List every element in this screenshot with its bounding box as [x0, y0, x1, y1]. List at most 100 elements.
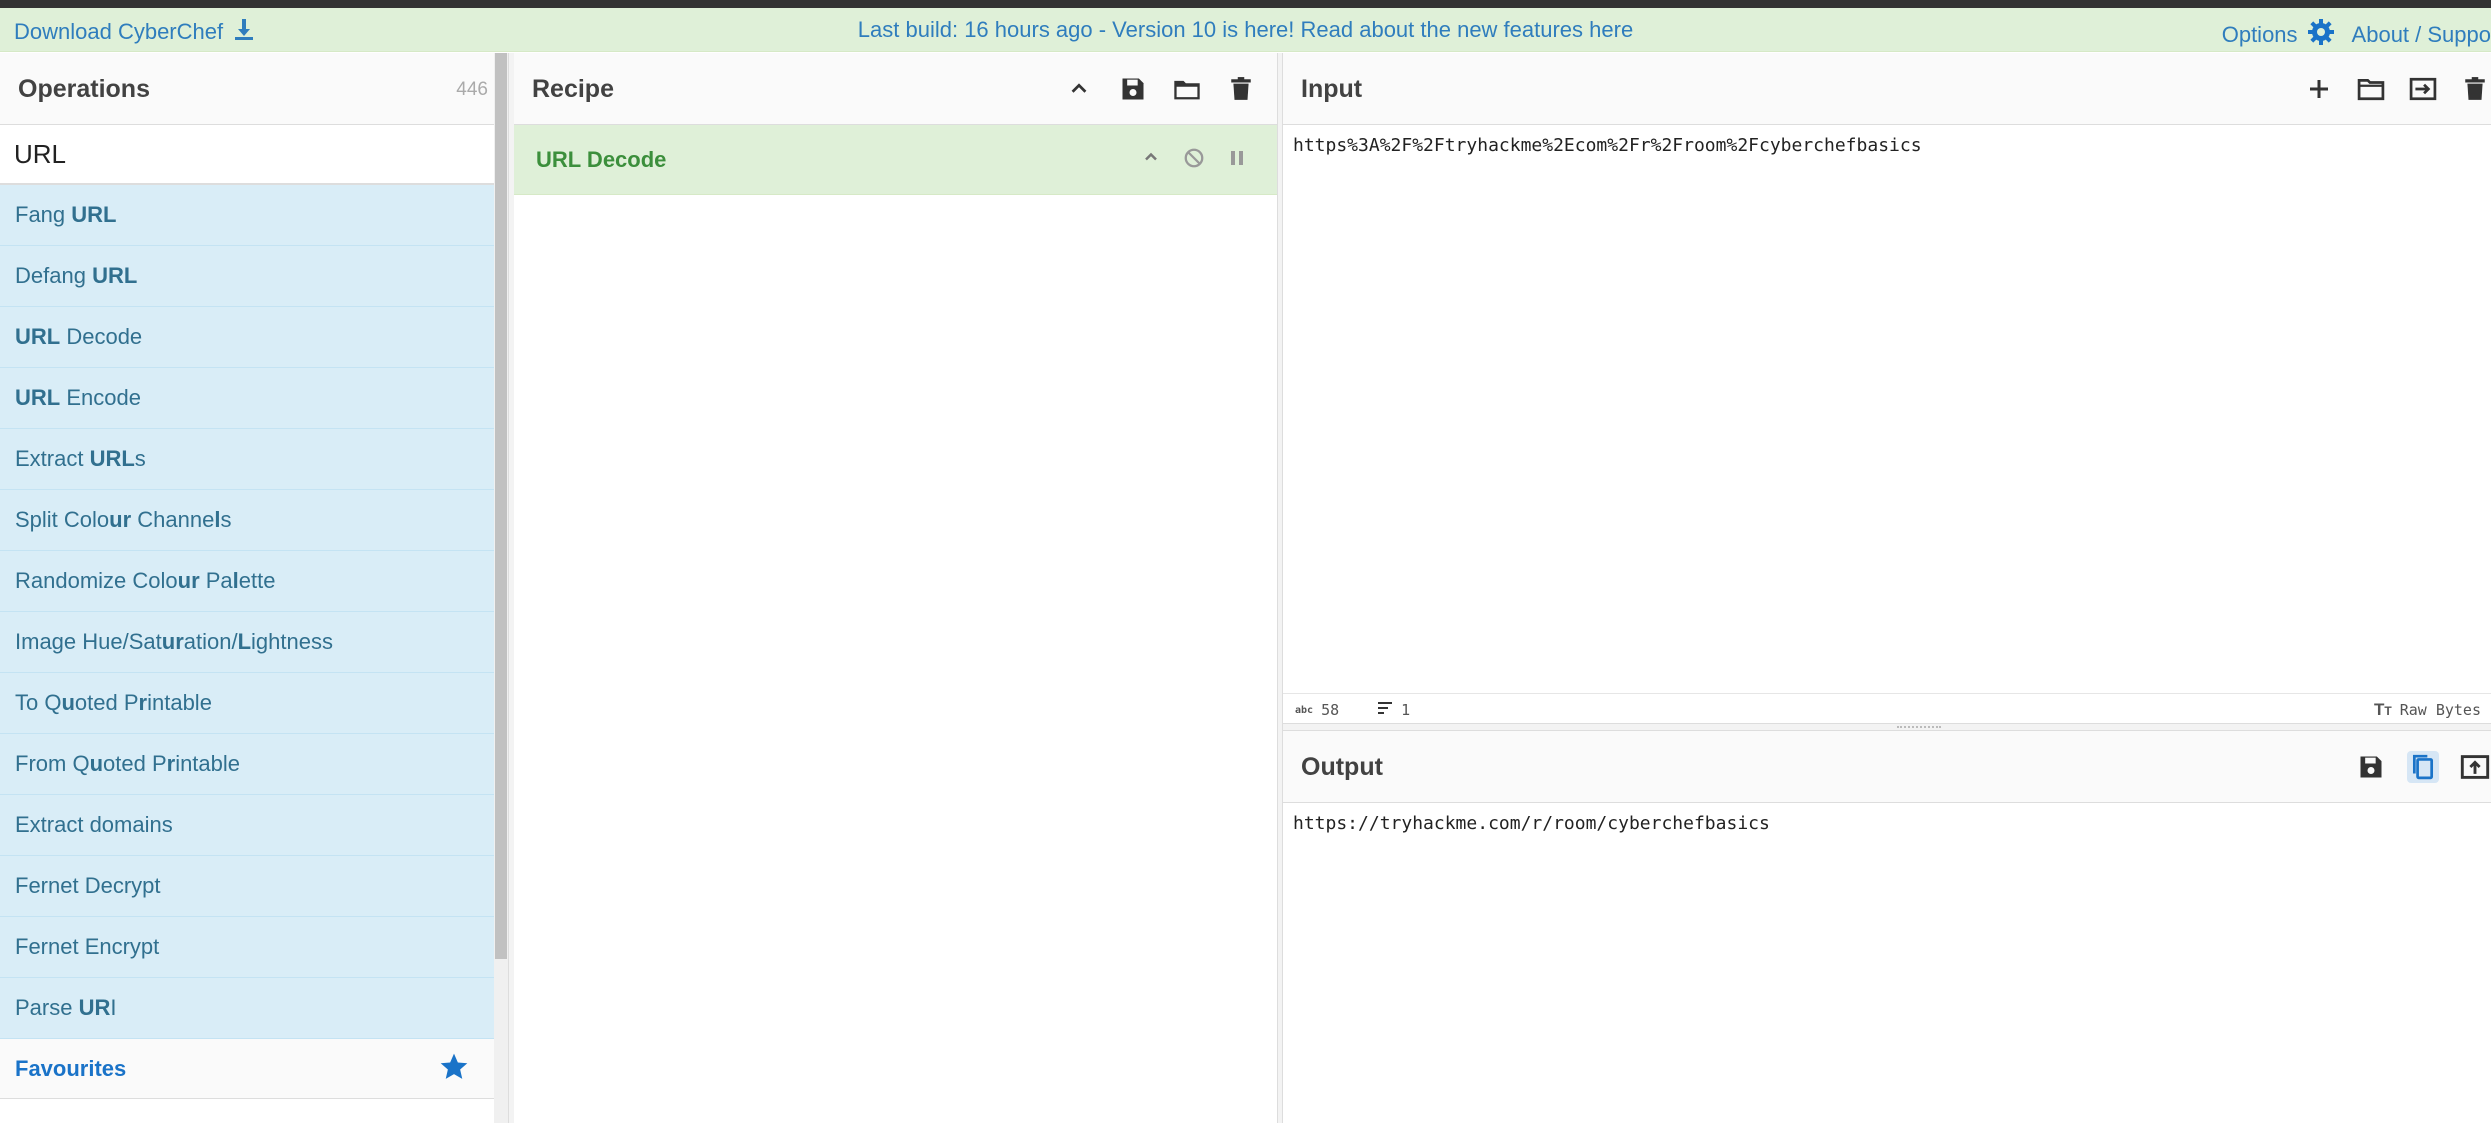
operation-label-part: From Q [15, 751, 90, 776]
pause-breakpoint-icon[interactable] [1227, 147, 1247, 174]
operation-match-highlight: ur [109, 507, 132, 532]
operation-label-part: ightness [251, 629, 333, 654]
operation-list-item[interactable]: URL Encode [0, 368, 494, 429]
operation-list-item[interactable]: URL Decode [0, 307, 494, 368]
operations-scrollbar[interactable] [494, 53, 508, 1123]
operation-match-highlight: URL [15, 385, 61, 410]
open-file-input-icon[interactable] [2407, 73, 2439, 105]
favourites-category[interactable]: Favourites [0, 1039, 494, 1099]
divider-grip [1897, 726, 1941, 729]
operation-label-part: Decode [60, 324, 143, 349]
operation-list-item[interactable]: Parse URI [0, 978, 494, 1039]
copy-output-icon[interactable] [2407, 751, 2439, 783]
operations-title: Operations [18, 75, 150, 103]
operation-label-part: intable [175, 751, 241, 776]
operations-search-input[interactable] [0, 125, 494, 185]
open-folder-icon[interactable] [2355, 73, 2387, 105]
replace-input-with-output-icon[interactable] [2459, 751, 2491, 783]
operation-label-part: oted P [74, 690, 139, 715]
operation-match-highlight: UR [78, 995, 111, 1020]
favourites-label: Favourites [15, 1056, 127, 1081]
add-tab-plus-icon[interactable] [2303, 73, 2335, 105]
length-icon: abc [1295, 704, 1314, 716]
operation-label-part: Fernet Encrypt [15, 934, 160, 959]
input-status-bar: abc 58 1 TT Raw Bytes [1283, 693, 2491, 723]
clear-input-trash-icon[interactable] [2459, 73, 2491, 105]
operation-label-part: To Q [15, 690, 62, 715]
text-size-icon: TT [2373, 700, 2392, 719]
output-title: Output [1301, 753, 1383, 781]
operation-label-part: s [220, 507, 232, 532]
operation-label-part: Encode [60, 385, 141, 410]
gear-icon [2306, 17, 2336, 53]
load-recipe-folder-icon[interactable] [1171, 73, 1203, 105]
operation-label-part: ette [238, 568, 276, 593]
operation-label-part: Fernet Decrypt [15, 873, 161, 898]
build-notice[interactable]: Last build: 16 hours ago - Version 10 is… [0, 17, 2491, 43]
operation-list-item[interactable]: From Quoted Printable [0, 734, 494, 795]
io-pane: Input https%3A%2F%2Ftryhackme%2Ecom%2Fr%… [1283, 53, 2491, 1123]
recipe-header: Recipe [514, 53, 1277, 125]
collapse-operation-icon[interactable] [1141, 147, 1161, 174]
input-encoding-selector[interactable]: TT Raw Bytes [2374, 700, 2481, 720]
recipe-operation-url-decode[interactable]: URL Decode [514, 125, 1277, 195]
output-textarea[interactable]: https://tryhackme.com/r/room/cyberchefba… [1293, 813, 1770, 834]
recipe-operation-name: URL Decode [536, 147, 667, 172]
operations-count: 446 [456, 79, 488, 100]
operation-list-item[interactable]: Fernet Decrypt [0, 856, 494, 917]
options-label: Options [2221, 22, 2298, 47]
operation-list-item[interactable]: Extract URLs [0, 429, 494, 490]
operation-label-part: Image Hue/Sat [15, 629, 162, 654]
operation-list-item[interactable]: Extract domains [0, 795, 494, 856]
operation-list-item[interactable]: Fernet Encrypt [0, 917, 494, 978]
operation-label-part: ation/ [183, 629, 238, 654]
top-strip [0, 0, 2491, 8]
operation-label-part: I [110, 995, 117, 1020]
input-output-divider[interactable] [1283, 723, 2491, 731]
input-line-count: 1 [1401, 701, 1411, 719]
operation-match-highlight: L [237, 629, 252, 654]
operation-label-part: Extract domains [15, 812, 173, 837]
operation-list-item[interactable]: Defang URL [0, 246, 494, 307]
operation-match-highlight: u [89, 751, 104, 776]
operations-header: Operations 446 [0, 53, 508, 125]
operation-match-highlight: URL [71, 202, 117, 227]
operation-label-part: Pa [199, 568, 233, 593]
recipe-pane: Recipe URL Decode [514, 53, 1277, 1123]
operations-scrollbar-thumb[interactable] [495, 53, 507, 959]
clear-recipe-trash-icon[interactable] [1225, 73, 1257, 105]
encoding-label: Raw Bytes [2399, 701, 2481, 719]
operation-match-highlight: u [61, 690, 75, 715]
top-banner: Download CyberChef Last build: 16 hours … [0, 8, 2491, 52]
about-support-link[interactable]: About / Suppo [2352, 22, 2491, 48]
operations-list: Fang URL Defang URL URL Decode URL Encode Ex… [0, 185, 494, 1039]
save-output-icon[interactable] [2355, 751, 2387, 783]
save-recipe-icon[interactable] [1117, 73, 1149, 105]
operation-label-part: Parse [15, 995, 79, 1020]
output-header: Output [1283, 731, 2491, 803]
operation-match-highlight: URL [89, 446, 135, 471]
operation-match-highlight: URL [92, 263, 138, 288]
operation-list-item[interactable]: To Quoted Printable [0, 673, 494, 734]
input-textarea[interactable]: https%3A%2F%2Ftryhackme%2Ecom%2Fr%2Froom… [1293, 135, 1922, 156]
operation-match-highlight: URL [15, 324, 61, 349]
input-title: Input [1301, 75, 1363, 103]
operation-label-part: Randomize Colo [15, 568, 178, 593]
recipe-title: Recipe [532, 75, 614, 103]
operation-list-item[interactable]: Randomize Colour Palette [0, 551, 494, 612]
collapse-all-icon[interactable] [1063, 73, 1095, 105]
operation-label-part: intable [147, 690, 212, 715]
operation-match-highlight: ur [177, 568, 200, 593]
star-icon [438, 1051, 470, 1088]
operation-label-part: oted P [103, 751, 167, 776]
operation-label-part: Extract [15, 446, 90, 471]
operation-list-item[interactable]: Image Hue/Saturation/Lightness [0, 612, 494, 673]
operation-label-part: Split Colo [15, 507, 110, 532]
operation-list-item[interactable]: Split Colour Channels [0, 490, 494, 551]
lines-icon [1377, 701, 1393, 719]
options-button[interactable]: Options [2222, 17, 2336, 53]
input-length: 58 [1321, 701, 1340, 719]
input-header: Input [1283, 53, 2491, 125]
disable-operation-icon[interactable] [1183, 147, 1205, 174]
operation-list-item[interactable]: Fang URL [0, 185, 494, 246]
